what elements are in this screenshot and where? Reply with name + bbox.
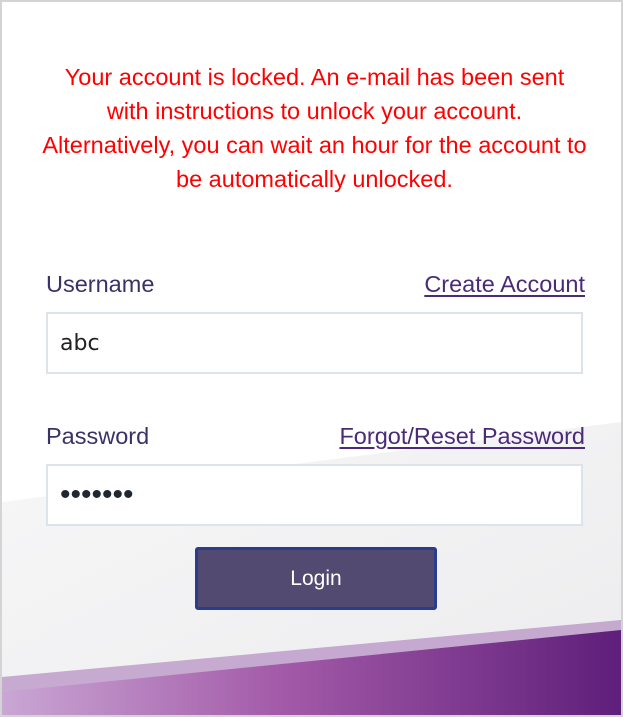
username-label: Username [46,271,155,297]
create-account-link[interactable]: Create Account [424,270,585,298]
account-locked-message: Your account is locked. An e-mail has be… [42,64,587,192]
login-panel: Your account is locked. An e-mail has be… [0,0,623,717]
password-masked-value: ••••••• [60,478,134,511]
login-button[interactable]: Login [195,547,437,610]
password-input[interactable]: ••••••• [46,464,583,526]
password-label: Password [46,423,150,449]
username-input[interactable] [46,312,583,374]
login-button-label: Login [290,566,342,590]
forgot-reset-password-link[interactable]: Forgot/Reset Password [339,422,585,450]
